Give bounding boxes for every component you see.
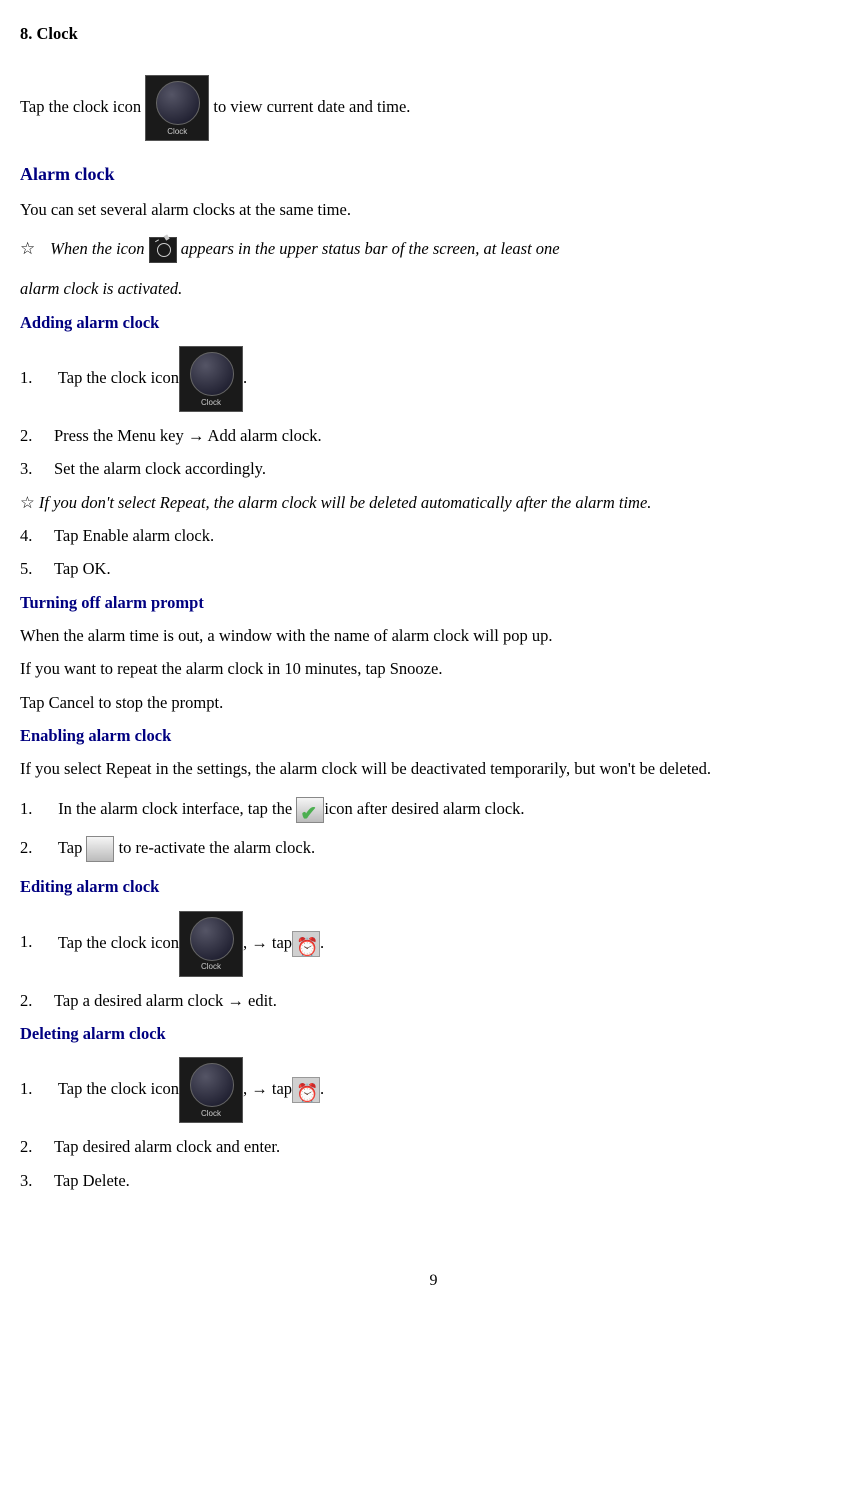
alarm-clock-heading: Alarm clock: [20, 157, 847, 191]
clock-app-icon: Clock: [179, 1057, 243, 1123]
deleting-step2-text: Tap desired alarm clock and enter.: [54, 1137, 280, 1156]
deleting-step-2: 2.Tap desired alarm clock and enter.: [20, 1131, 847, 1162]
page-title: 8. Clock: [20, 18, 847, 49]
editing-heading: Editing alarm clock: [20, 871, 847, 902]
turning-off-line3: Tap Cancel to stop the prompt.: [20, 687, 847, 718]
checkbox-unchecked-icon: [86, 836, 114, 862]
adding-step-3: 3.Set the alarm clock accordingly.: [20, 453, 847, 484]
alarm-clock-icon: [292, 931, 320, 957]
clock-app-icon: Clock: [179, 911, 243, 977]
intro-text-2: to view current date and time.: [213, 97, 410, 116]
turning-off-line2: If you want to repeat the alarm clock in…: [20, 653, 847, 684]
deleting-heading: Deleting alarm clock: [20, 1018, 847, 1049]
enabling-step2-text-b: to re-activate the alarm clock.: [119, 838, 316, 857]
status-bar-alarm-icon: [149, 237, 177, 263]
note1-line2: alarm clock is activated.: [20, 273, 847, 304]
adding-step-2: 2.Press the Menu key → Add alarm clock.: [20, 420, 847, 451]
clock-app-icon-label: Clock: [180, 959, 242, 974]
deleting-step-3: 3.Tap Delete.: [20, 1165, 847, 1196]
page-number: 9: [20, 1266, 847, 1296]
enabling-step1-text-a: In the alarm clock interface, tap the: [58, 799, 296, 818]
clock-app-icon: Clock: [179, 346, 243, 412]
clock-app-icon-label: Clock: [146, 124, 208, 139]
adding-note: ☆ If you don't select Repeat, the alarm …: [20, 487, 847, 518]
adding-step1-text: Tap the clock icon: [58, 368, 179, 387]
turning-off-line1: When the alarm time is out, a window wit…: [20, 620, 847, 651]
adding-step3-text: Set the alarm clock accordingly.: [54, 459, 266, 478]
alarm-clock-icon: [292, 1077, 320, 1103]
adding-step4-text: Tap Enable alarm clock.: [54, 526, 214, 545]
adding-note-text: If you don't select Repeat, the alarm cl…: [39, 493, 652, 512]
adding-step-5: 5.Tap OK.: [20, 553, 847, 584]
editing-step-2: 2.Tap a desired alarm clock → edit.: [20, 985, 847, 1016]
enabling-step2-text-a: Tap: [58, 838, 87, 857]
checkmark-enabled-icon: [296, 797, 324, 823]
editing-step2-text: Tap a desired alarm clock → edit.: [54, 991, 277, 1010]
adding-step-4: 4.Tap Enable alarm clock.: [20, 520, 847, 551]
adding-step-1: 1. Tap the clock icon Clock .: [20, 346, 847, 412]
adding-step2-text: Press the Menu key → Add alarm clock.: [54, 426, 322, 445]
note-alarm-activated: ☆ When the icon appears in the upper sta…: [20, 233, 847, 265]
clock-app-icon: Clock: [145, 75, 209, 141]
enabling-step-2: 2. Tap to re-activate the alarm clock.: [20, 832, 847, 863]
enabling-step1-text-b: icon after desired alarm clock.: [324, 799, 524, 818]
deleting-step-1: 1. Tap the clock icon Clock , → tap.: [20, 1057, 847, 1123]
enabling-line1: If you select Repeat in the settings, th…: [20, 753, 847, 784]
editing-step-1: 1. Tap the clock icon Clock , → tap.: [20, 911, 847, 977]
note1-text-2: appears in the upper status bar of the s…: [181, 239, 560, 258]
adding-alarm-heading: Adding alarm clock: [20, 307, 847, 338]
enabling-heading: Enabling alarm clock: [20, 720, 847, 751]
deleting-step3-text: Tap Delete.: [54, 1171, 130, 1190]
alarm-intro: You can set several alarm clocks at the …: [20, 194, 847, 225]
editing-step1-text-a: Tap the clock icon: [58, 932, 179, 951]
intro-paragraph: Tap the clock icon Clock to view current…: [20, 75, 847, 141]
deleting-step1-text-a: Tap the clock icon: [58, 1079, 179, 1098]
deleting-step1-text-b: , → tap: [243, 1079, 292, 1098]
clock-app-icon-label: Clock: [180, 395, 242, 410]
clock-app-icon-label: Clock: [180, 1106, 242, 1121]
adding-step5-text: Tap OK.: [54, 559, 111, 578]
intro-text-1: Tap the clock icon: [20, 97, 141, 116]
editing-step1-text-b: , → tap: [243, 932, 292, 951]
enabling-step-1: 1. In the alarm clock interface, tap the…: [20, 793, 847, 824]
turning-off-heading: Turning off alarm prompt: [20, 587, 847, 618]
note1-text-1: When the icon: [50, 239, 144, 258]
